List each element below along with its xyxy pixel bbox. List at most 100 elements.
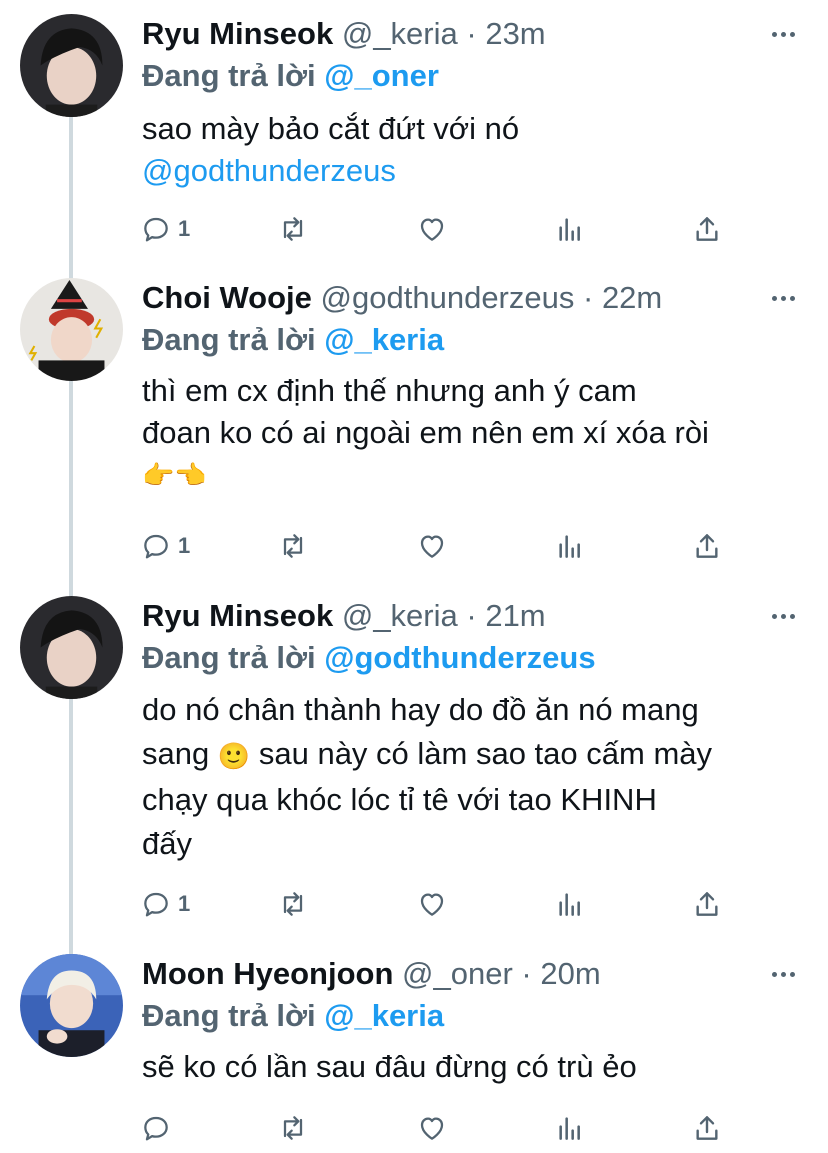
reply-icon — [144, 217, 168, 242]
share-icon — [696, 217, 718, 241]
tweet-text-line: thì em cx định thế nhưng anh ý cam — [142, 373, 637, 408]
replying-to: Đang trả lời @_keria — [142, 998, 444, 1034]
tweet-text-line: sẽ ko có lần sau đâu đừng có trù ẻo — [142, 1049, 637, 1084]
retweet-button[interactable] — [277, 526, 309, 566]
tweet[interactable]: Moon Hyeonjoon @_oner · 20m Đang trả lời… — [0, 940, 828, 1153]
mention-link[interactable]: @godthunderzeus — [142, 150, 812, 192]
tweet-header: Ryu Minseok @_keria · 21m — [142, 598, 546, 634]
replying-to-label: Đang trả lời — [142, 322, 325, 357]
tweet-text-line: sao mày bảo cắt đứt với nó — [142, 111, 520, 146]
reply-button[interactable]: 1 — [140, 884, 190, 924]
tweet-text-fragment: sau này có làm sao tao cấm mày — [258, 736, 713, 771]
slightly-smiling-emoji: 🙂 — [217, 740, 251, 771]
reply-count: 1 — [178, 533, 191, 558]
retweet-icon — [283, 1116, 303, 1140]
avatar[interactable] — [20, 596, 123, 699]
tweet-actions — [140, 1108, 740, 1148]
display-name[interactable]: Moon Hyeonjoon — [142, 956, 393, 991]
views-button[interactable] — [554, 209, 586, 249]
avatar-image — [20, 954, 123, 1057]
mention-link[interactable]: @_keria — [324, 322, 444, 357]
tweet[interactable]: Choi Wooje @godthunderzeus · 22m Đang tr… — [0, 264, 828, 584]
tweet-header: Choi Wooje @godthunderzeus · 22m — [142, 280, 662, 316]
mention-link[interactable]: @_keria — [324, 998, 444, 1033]
more-icon[interactable] — [772, 286, 800, 310]
reply-icon — [144, 892, 168, 917]
user-handle[interactable]: @_keria — [342, 598, 458, 633]
avatar[interactable] — [20, 14, 123, 117]
user-handle[interactable]: @_oner — [402, 956, 513, 991]
replying-to: Đang trả lời @godthunderzeus — [142, 640, 596, 676]
tweet-actions: 1 — [140, 209, 740, 249]
replying-to: Đang trả lời @_keria — [142, 322, 444, 358]
reply-button[interactable]: 1 — [140, 526, 190, 566]
separator-dot: · — [466, 16, 477, 51]
more-icon[interactable] — [772, 22, 800, 46]
like-button[interactable] — [416, 209, 448, 249]
tweet-text-line: đấy — [142, 825, 192, 861]
replying-to-label: Đang trả lời — [142, 58, 325, 93]
tweet-text-line: chạy qua khóc lóc tỉ tê với tao KHINH — [142, 781, 657, 817]
user-handle[interactable]: @godthunderzeus — [321, 280, 575, 315]
avatar-image — [20, 278, 123, 381]
display-name[interactable]: Ryu Minseok — [142, 16, 333, 51]
reply-count: 1 — [178, 891, 191, 916]
replying-to-label: Đang trả lời — [142, 640, 325, 675]
share-button[interactable] — [691, 209, 723, 249]
separator-dot: · — [582, 280, 594, 315]
retweet-button[interactable] — [277, 884, 309, 924]
like-button[interactable] — [416, 526, 448, 566]
retweet-icon — [283, 534, 303, 558]
retweet-icon — [283, 892, 303, 916]
retweet-icon — [283, 217, 303, 241]
reply-button[interactable]: 1 — [140, 209, 190, 249]
tweet-text: sao mày bảo cắt đứt với nó @godthunderze… — [142, 108, 812, 192]
tweet[interactable]: Ryu Minseok @_keria · 23m Đang trả lời @… — [0, 0, 828, 270]
tweet-text: sẽ ko có lần sau đâu đừng có trù ẻo — [142, 1046, 812, 1088]
display-name[interactable]: Choi Wooje — [142, 280, 312, 315]
more-icon[interactable] — [772, 604, 800, 628]
avatar-image — [20, 14, 123, 117]
timestamp[interactable]: 20m — [540, 956, 600, 991]
tweet-header: Moon Hyeonjoon @_oner · 20m — [142, 956, 601, 992]
like-button[interactable] — [416, 884, 448, 924]
share-icon — [696, 1116, 718, 1140]
share-button[interactable] — [691, 526, 723, 566]
share-button[interactable] — [691, 884, 723, 924]
like-icon — [420, 893, 444, 916]
timestamp[interactable]: 23m — [485, 16, 545, 51]
tweet-actions: 1 — [140, 884, 740, 924]
retweet-button[interactable] — [277, 1108, 309, 1148]
like-icon — [420, 535, 444, 558]
views-button[interactable] — [554, 1108, 586, 1148]
views-button[interactable] — [554, 526, 586, 566]
reply-button[interactable] — [140, 1108, 172, 1148]
tweet-header: Ryu Minseok @_keria · 23m — [142, 16, 546, 52]
more-icon[interactable] — [772, 962, 800, 986]
display-name[interactable]: Ryu Minseok — [142, 598, 333, 633]
timestamp[interactable]: 21m — [485, 598, 545, 633]
tweet[interactable]: Ryu Minseok @_keria · 21m Đang trả lời @… — [0, 582, 828, 942]
avatar-image — [20, 596, 123, 699]
tweet-text-line: do nó chân thành hay do đồ ăn nó mang — [142, 692, 699, 727]
like-icon — [420, 218, 444, 241]
avatar[interactable] — [20, 954, 123, 1057]
retweet-button[interactable] — [277, 209, 309, 249]
replying-to-label: Đang trả lời — [142, 998, 325, 1033]
mention-link[interactable]: @godthunderzeus — [324, 640, 595, 675]
user-handle[interactable]: @_keria — [342, 16, 458, 51]
share-icon — [696, 534, 718, 558]
views-icon — [559, 893, 580, 916]
like-icon — [420, 1117, 444, 1140]
views-button[interactable] — [554, 884, 586, 924]
mention-link[interactable]: @_oner — [324, 58, 439, 93]
avatar[interactable] — [20, 278, 123, 381]
tweet-text: do nó chân thành hay do đồ ăn nó mang sa… — [142, 688, 812, 866]
reply-icon — [144, 534, 168, 559]
views-icon — [559, 1117, 580, 1140]
like-button[interactable] — [416, 1108, 448, 1148]
share-button[interactable] — [691, 1108, 723, 1148]
timestamp[interactable]: 22m — [602, 280, 662, 315]
separator-dot: · — [466, 598, 477, 633]
tweet-text-line: đoan ko có ai ngoài em nên em xí xóa ròi — [142, 415, 709, 450]
